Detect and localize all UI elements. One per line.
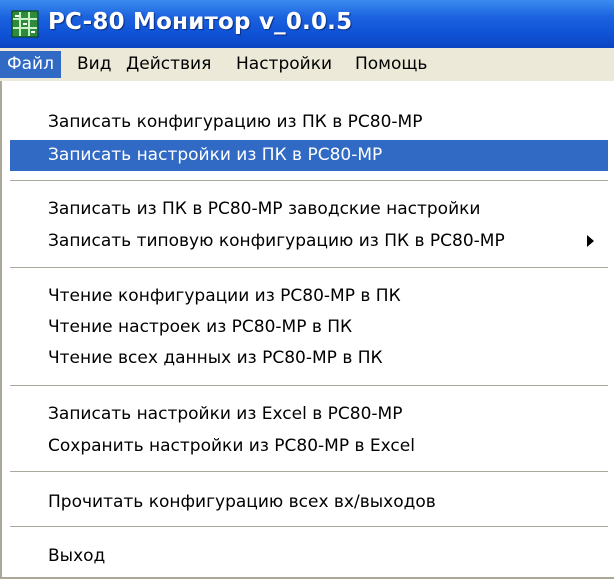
menu-separator xyxy=(10,180,608,182)
menu-separator xyxy=(10,526,608,528)
menu-view[interactable]: Вид xyxy=(70,51,118,78)
menu-item-write-typical-config[interactable]: Записать типовую конфигурацию из ПК в PC… xyxy=(10,226,608,257)
menu-separator xyxy=(10,385,608,387)
menu-bar: Файл Вид Действия Настройки Помощь xyxy=(0,48,614,81)
menu-item-save-settings-to-excel[interactable]: Сохранить настройки из PC80-MP в Excel xyxy=(10,431,608,462)
menu-file[interactable]: Файл xyxy=(0,51,61,78)
grid-app-icon xyxy=(11,10,39,38)
window-title: PC-80 Монитор v_0.0.5 xyxy=(48,9,353,35)
menu-item-write-settings-from-excel[interactable]: Записать настройки из Excel в PC80-MP xyxy=(10,399,608,430)
menu-separator xyxy=(10,267,608,269)
menu-item-exit[interactable]: Выход xyxy=(10,541,608,572)
menu-item-read-config[interactable]: Чтение конфигурации из PC80-MP в ПК xyxy=(10,281,608,312)
menu-item-read-all-data[interactable]: Чтение всех данных из PC80-MP в ПК xyxy=(10,343,608,374)
menu-item-write-settings[interactable]: Записать настройки из ПК в PC80-MP xyxy=(10,140,608,171)
menu-item-label: Записать типовую конфигурацию из ПК в PC… xyxy=(48,231,505,251)
file-dropdown-menu: Записать конфигурацию из ПК в PC80-MP За… xyxy=(0,81,614,579)
menu-item-read-io-config[interactable]: Прочитать конфигурацию всех вх/выходов xyxy=(10,487,608,518)
menu-separator xyxy=(10,471,608,473)
menu-item-read-settings[interactable]: Чтение настроек из PC80-MP в ПК xyxy=(10,312,608,343)
menu-item-write-factory-settings[interactable]: Записать из ПК в PC80-MP заводские настр… xyxy=(10,194,608,225)
menu-item-write-config[interactable]: Записать конфигурацию из ПК в PC80-MP xyxy=(10,107,608,138)
menu-actions[interactable]: Действия xyxy=(119,51,218,78)
submenu-arrow-icon xyxy=(587,235,594,247)
title-bar[interactable]: PC-80 Монитор v_0.0.5 xyxy=(0,0,614,48)
menu-help[interactable]: Помощь xyxy=(348,51,434,78)
menu-settings[interactable]: Настройки xyxy=(229,51,339,78)
